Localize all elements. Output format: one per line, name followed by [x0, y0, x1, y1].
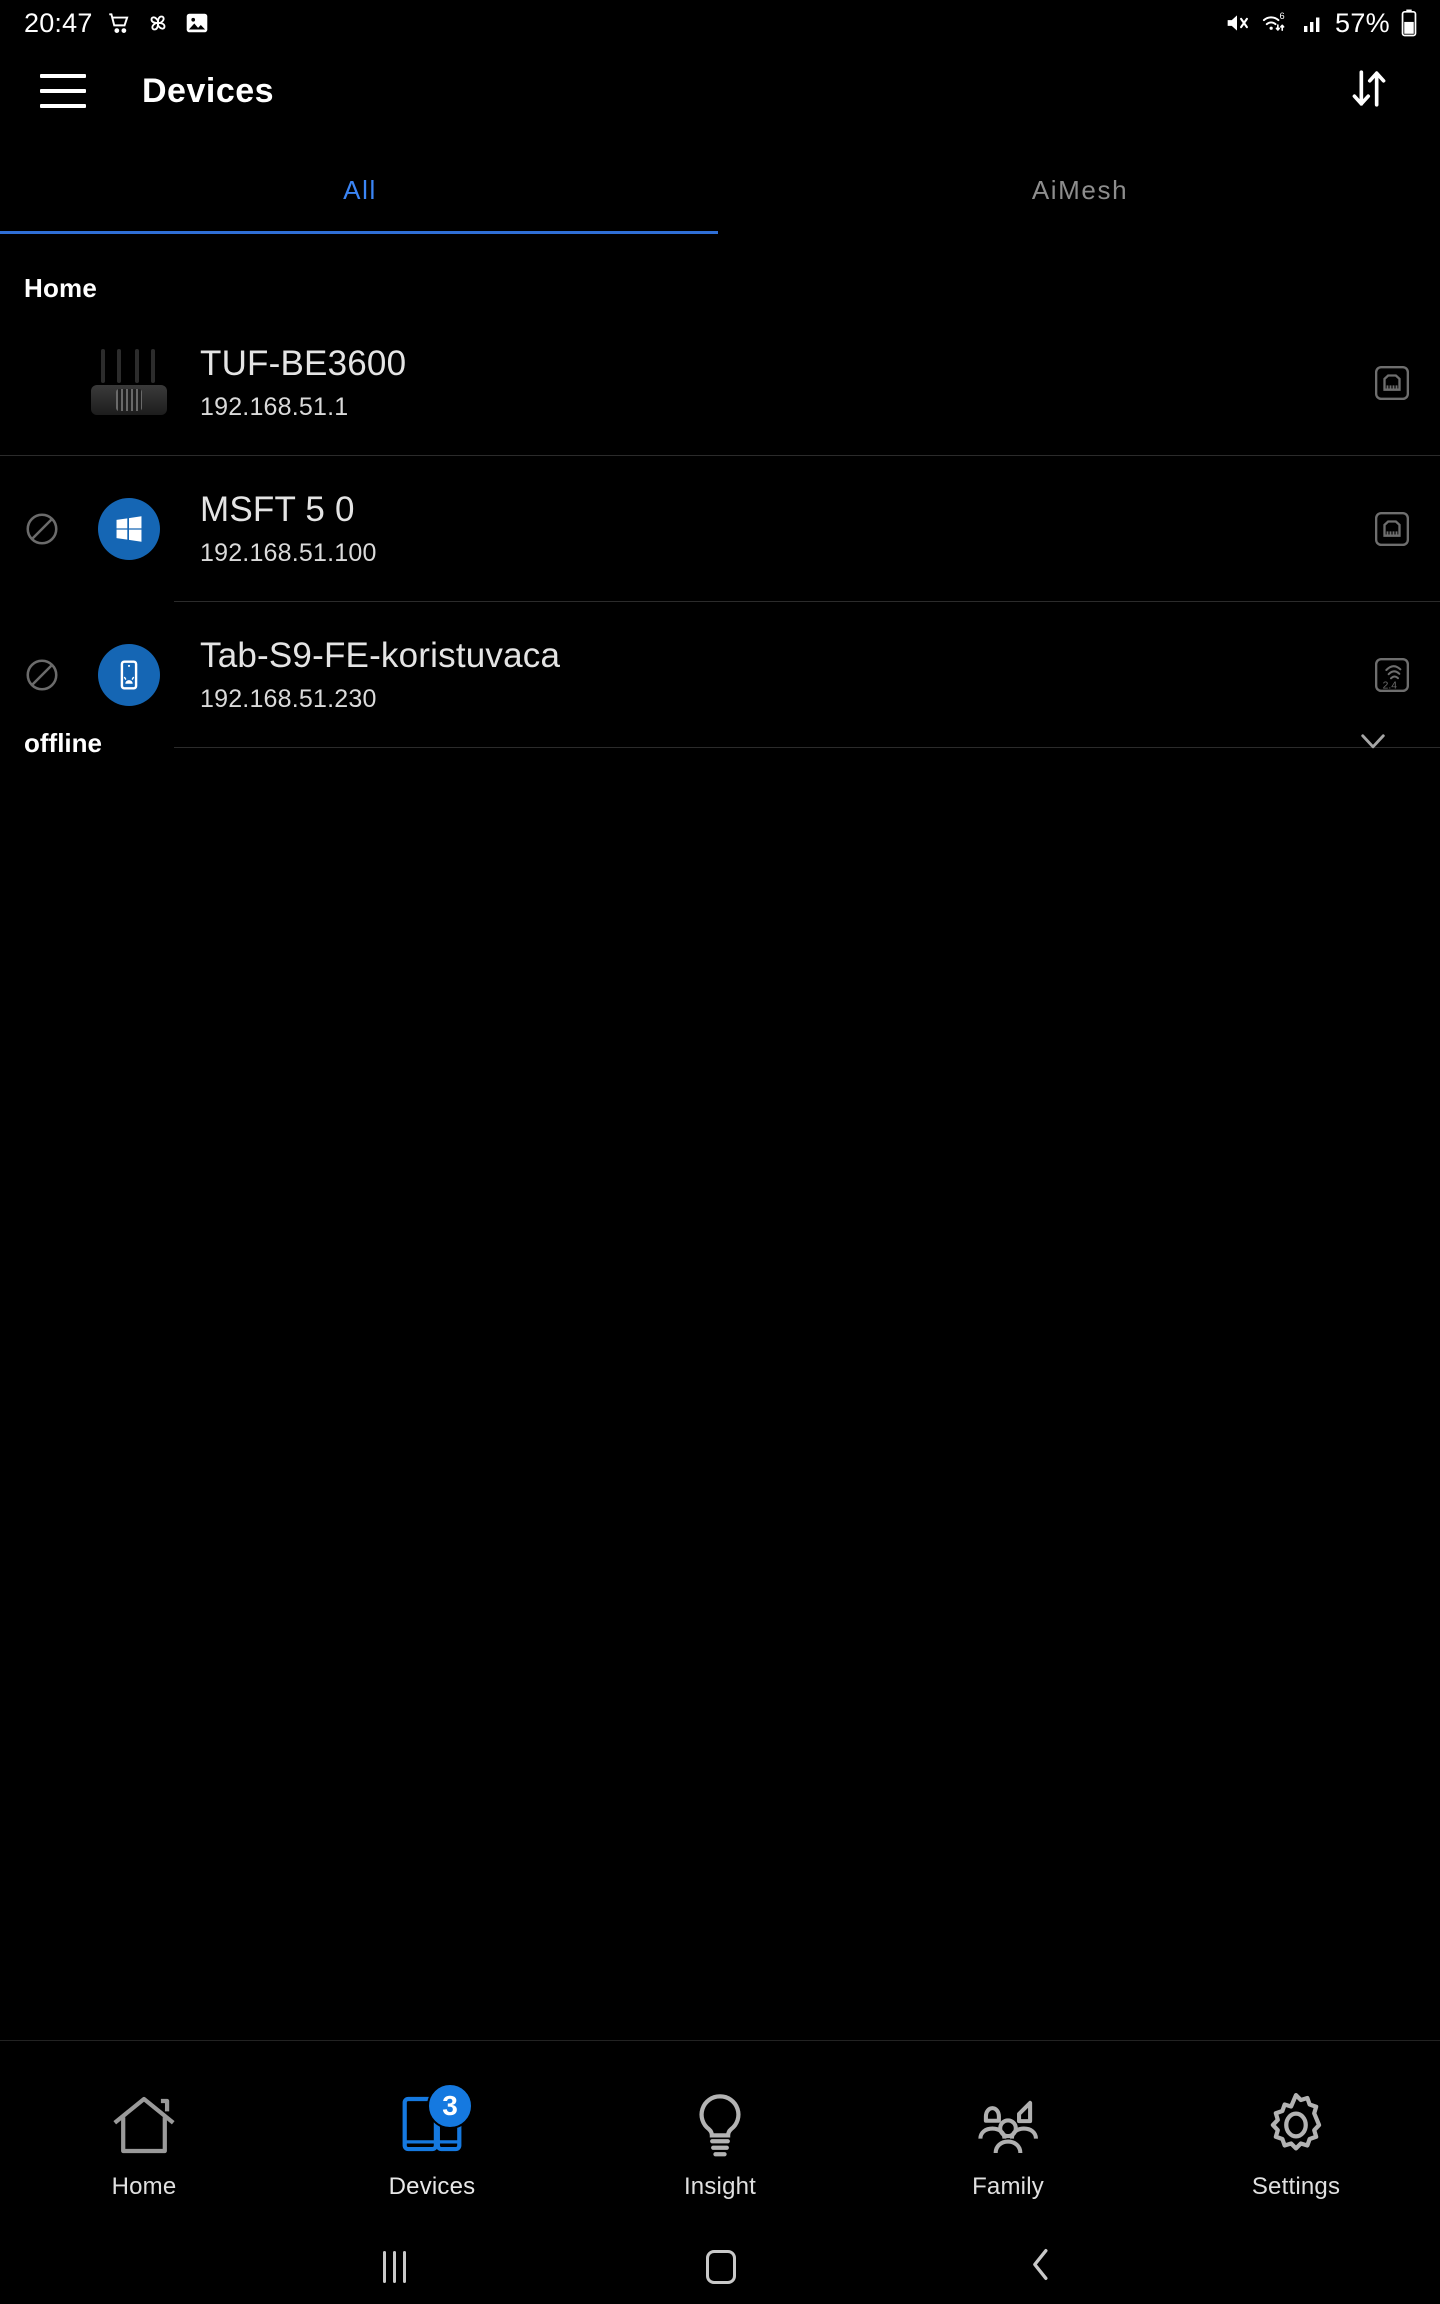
- router-image: [87, 347, 171, 419]
- device-name: MSFT 5 0: [200, 489, 355, 529]
- android-tablet-icon: [98, 644, 160, 706]
- tab-active-indicator: [0, 231, 718, 234]
- block-icon[interactable]: [0, 656, 84, 694]
- bottom-navigation: Home 3 Devices Insight Family Settings: [0, 2040, 1440, 2230]
- avatar: [84, 347, 174, 419]
- device-name: Tab-S9-FE-koristuvaca: [200, 635, 561, 675]
- nav-item-settings[interactable]: Settings: [1152, 2041, 1440, 2230]
- nav-label: Devices: [388, 2172, 476, 2200]
- nav-label: Home: [111, 2172, 177, 2200]
- block-icon[interactable]: [0, 510, 84, 548]
- device-ip: 192.168.51.1: [200, 393, 349, 422]
- group-header-home: Home: [0, 262, 1440, 314]
- family-icon: [969, 2079, 1047, 2171]
- home-icon: [105, 2079, 183, 2171]
- app-screen: 20:47 6 57% Devices All AiMesh Home TUF-…: [0, 0, 1440, 2304]
- status-bar-clock: 20:47: [24, 7, 93, 38]
- device-list: TUF-BE3600 192.168.51.1 MSFT 5 0 192.168…: [0, 310, 1440, 748]
- gear-icon: [1257, 2079, 1335, 2171]
- group-header-label: Home: [24, 272, 98, 303]
- battery-icon: [1400, 9, 1418, 37]
- image-icon: [184, 10, 210, 36]
- tab-aimesh[interactable]: AiMesh: [720, 146, 1440, 234]
- nav-label: Family: [972, 2172, 1044, 2200]
- back-chevron-icon[interactable]: [1026, 2247, 1056, 2288]
- nav-label: Settings: [1251, 2172, 1341, 2200]
- hamburger-menu-icon[interactable]: [40, 74, 86, 108]
- sort-arrows-icon[interactable]: [1346, 66, 1392, 117]
- pinwheel-icon: [145, 10, 171, 36]
- devices-icon: 3: [393, 2079, 473, 2171]
- nav-item-devices[interactable]: 3 Devices: [288, 2041, 576, 2230]
- wifi-6-icon: 6: [1261, 9, 1291, 37]
- device-name: TUF-BE3600: [200, 343, 407, 383]
- battery-percent-label: 57%: [1335, 7, 1390, 38]
- ethernet-icon: [1344, 509, 1440, 549]
- nav-item-insight[interactable]: Insight: [576, 2041, 864, 2230]
- svg-text:6: 6: [1280, 11, 1285, 21]
- avatar: [84, 644, 174, 706]
- table-row[interactable]: MSFT 5 0 192.168.51.100: [0, 456, 1440, 602]
- device-info: MSFT 5 0 192.168.51.100: [174, 490, 1344, 568]
- tab-all[interactable]: All: [0, 146, 720, 234]
- table-row[interactable]: TUF-BE3600 192.168.51.1: [0, 310, 1440, 456]
- windows-logo-icon: [98, 498, 160, 560]
- nav-item-family[interactable]: Family: [864, 2041, 1152, 2230]
- mute-icon: [1223, 9, 1251, 37]
- devices-badge: 3: [427, 2082, 473, 2129]
- offline-section-label: offline: [24, 727, 102, 758]
- app-bar: Devices: [0, 46, 1440, 136]
- tab-bar: All AiMesh: [0, 146, 1440, 234]
- status-bar-left: 20:47: [24, 8, 210, 39]
- page-title: Devices: [142, 71, 275, 110]
- device-info: TUF-BE3600 192.168.51.1: [174, 344, 1344, 422]
- avatar: [84, 498, 174, 560]
- status-bar: 20:47 6 57%: [0, 0, 1440, 46]
- device-ip: 192.168.51.100: [200, 539, 377, 568]
- shopping-cart-icon: [106, 10, 132, 36]
- android-system-nav: [0, 2230, 1440, 2304]
- nav-item-home[interactable]: Home: [0, 2041, 288, 2230]
- chevron-down-icon[interactable]: [1354, 722, 1392, 765]
- wifi-band-label: 2.4: [1383, 681, 1398, 692]
- lightbulb-icon: [681, 2079, 759, 2171]
- home-square-icon[interactable]: [706, 2250, 736, 2284]
- nav-label: Insight: [683, 2172, 757, 2200]
- cellular-signal-icon: [1301, 11, 1325, 35]
- status-bar-right: 6 57%: [1223, 8, 1418, 39]
- ethernet-icon: [1344, 363, 1440, 403]
- recents-icon[interactable]: [383, 2251, 406, 2283]
- offline-section-header[interactable]: offline: [0, 700, 1440, 786]
- wifi-band-icon: 2.4: [1344, 655, 1440, 695]
